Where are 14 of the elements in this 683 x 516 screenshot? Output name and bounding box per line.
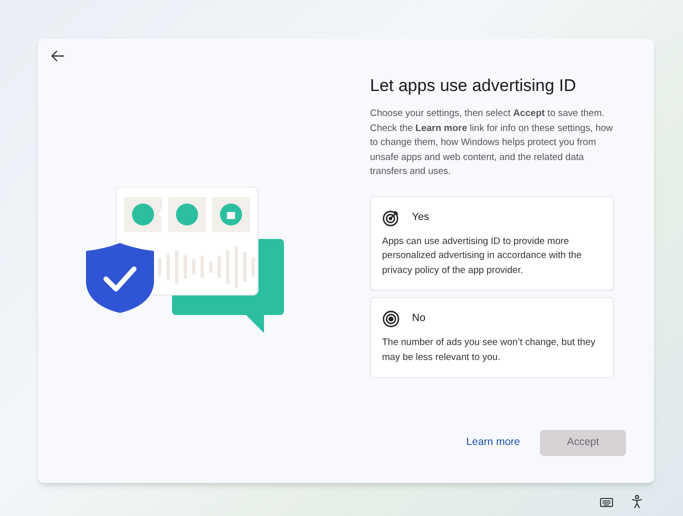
option-label: Yes — [412, 210, 430, 225]
target-icon — [382, 310, 400, 328]
option-card[interactable]: No The number of ads you see won’t change, but they may be less relevant to you. — [370, 297, 614, 378]
option-description: Apps can use advertising ID to provide more personalized advertising in accordance with the privacy policy of the app provider. — [382, 234, 583, 278]
option-label: No — [412, 311, 426, 326]
option-description: The number of ads you see won’t change, but they may be less relevant to you. — [382, 336, 596, 364]
description-text: Choose your settings, then select Accept to save them. Check the Learn more link for info on these settings, how to change them, how Windows helps protect you from unsafe apps and web content, and the related data transfers and uses. — [370, 107, 614, 179]
back-arrow-icon — [51, 50, 65, 62]
target-icon — [382, 208, 400, 226]
learn-more-link[interactable]: Learn more — [466, 435, 520, 451]
accessibility-icon[interactable] — [631, 495, 643, 509]
option-card[interactable]: Yes Apps can use advertising ID to provide more personalized advertising in accordance with the privacy policy of the app provider. — [370, 196, 614, 291]
keyboard-icon[interactable] — [600, 498, 613, 506]
page-title: Let apps use advertising ID — [370, 75, 578, 97]
